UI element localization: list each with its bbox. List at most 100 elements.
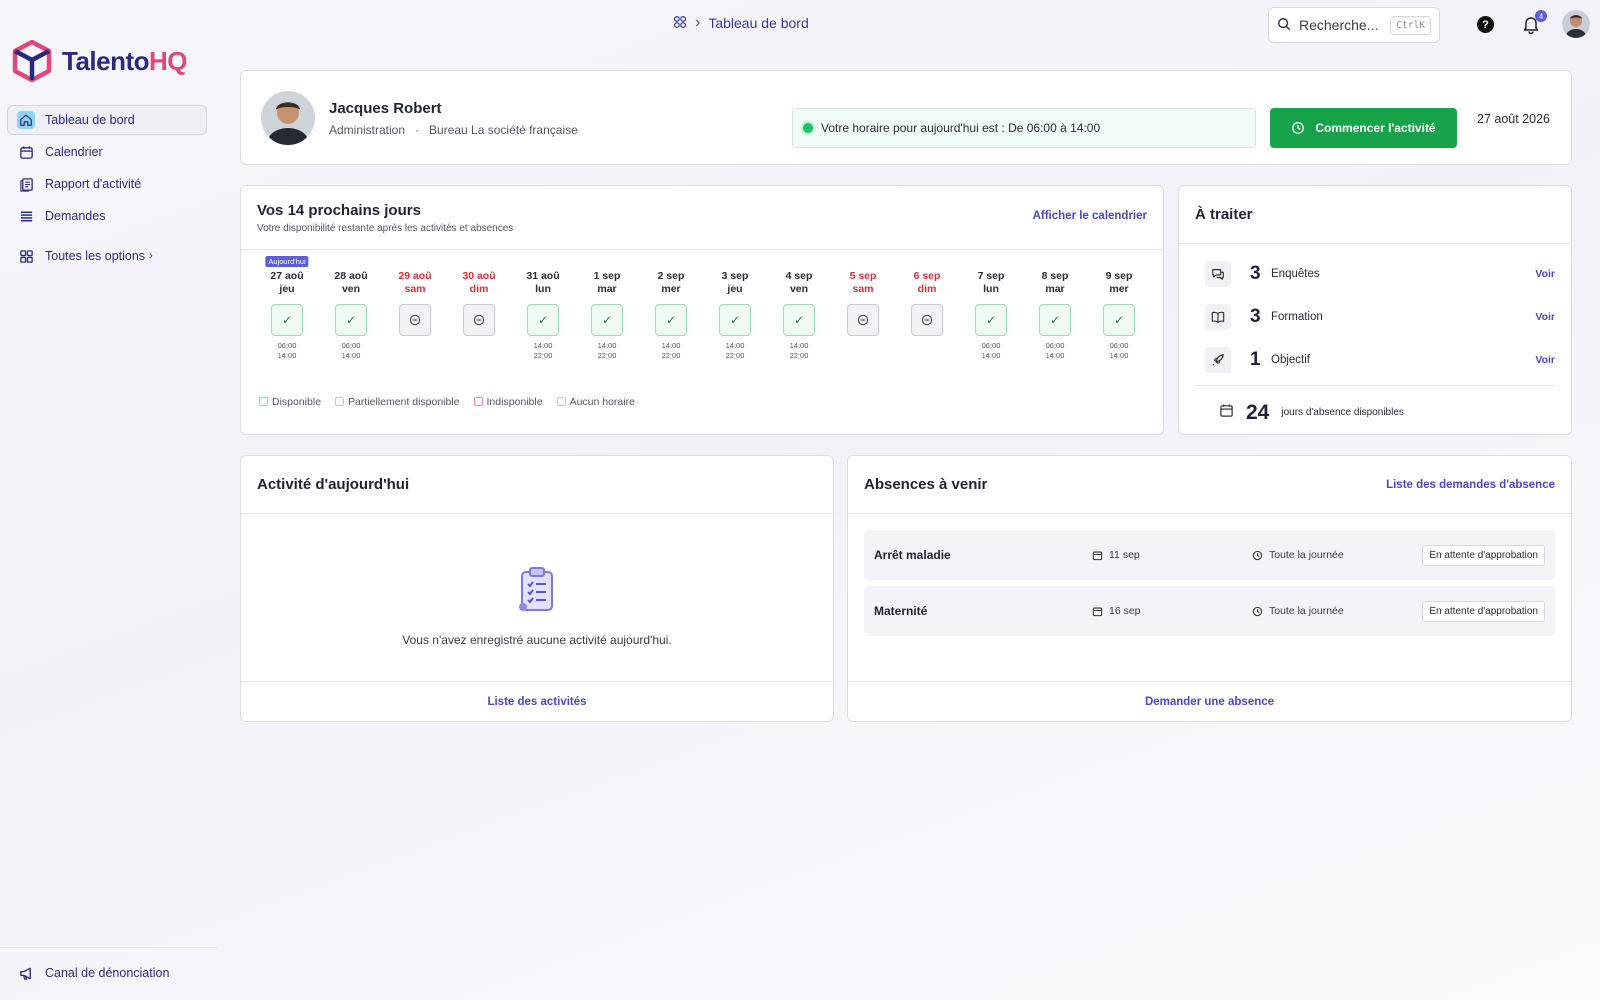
apps-grid-icon[interactable] [673, 15, 687, 32]
day-weekday: sam [852, 283, 874, 295]
day-column[interactable]: 4 sep ven ✓ 14:00 22:00 [767, 270, 831, 361]
day-column[interactable]: 1 sep mar ✓ 14:00 22:00 [575, 270, 639, 361]
absence-type: Arrêt maladie [874, 548, 951, 562]
absence-days-label: jours d'absence disponibles [1281, 407, 1404, 418]
show-calendar-link[interactable]: Afficher le calendrier [1033, 210, 1147, 222]
day-column[interactable]: 9 sep mer ✓ 06:00 14:00 [1087, 270, 1151, 361]
day-start-time: 14:00 [597, 341, 617, 350]
sidebar-item-label: Calendrier [45, 145, 103, 159]
no-schedule-icon [911, 304, 943, 336]
legend-swatch [335, 397, 345, 406]
absence-requests-link[interactable]: Liste des demandes d'absence [1386, 479, 1555, 491]
day-column[interactable]: 30 aoû dim [447, 270, 511, 361]
next-days-card: Vos 14 prochains jours Votre disponibili… [240, 185, 1164, 435]
day-end-time: 14:00 [277, 351, 297, 360]
status-badge: En attente d'approbation [1422, 600, 1545, 622]
avatar[interactable] [1562, 10, 1590, 38]
day-end-time: 22:00 [597, 351, 617, 360]
day-weekday: lun [983, 283, 999, 295]
available-check-icon: ✓ [1103, 304, 1135, 336]
day-column[interactable]: 8 sep mar ✓ 06:00 14:00 [1023, 270, 1087, 361]
day-weekday: jeu [279, 283, 295, 295]
sidebar-item-label: Demandes [45, 209, 106, 223]
activity-list-link[interactable]: Liste des activités [487, 696, 586, 708]
day-weekday: ven [789, 283, 809, 295]
avatar [261, 91, 315, 145]
calendar-icon [1219, 403, 1234, 423]
day-column[interactable]: 7 sep lun ✓ 06:00 14:00 [959, 270, 1023, 361]
card-footer: Liste des activités [241, 681, 833, 721]
day-column[interactable]: 2 sep mer ✓ 14:00 22:00 [639, 270, 703, 361]
day-column[interactable]: 5 sep sam [831, 270, 895, 361]
day-date: 4 sep [785, 270, 813, 282]
card-header: Vos 14 prochains jours Votre disponibili… [241, 186, 1163, 250]
sidebar-item-dashboard[interactable]: Tableau de bord [7, 105, 207, 135]
user-meta: Administration · Bureau La société franç… [329, 123, 578, 137]
calendar-icon [17, 143, 35, 161]
sidebar-item-activity-report[interactable]: Rapport d'activité [7, 169, 207, 199]
card-title: Activité d'aujourd'hui [257, 476, 410, 493]
card-title: Absences à venir [864, 476, 988, 493]
todo-label: Formation [1271, 310, 1323, 323]
logo[interactable]: TalentoHQ [12, 40, 188, 82]
clipboard-icon [515, 567, 559, 618]
sidebar-item-label: Canal de dénonciation [45, 966, 170, 980]
clock-icon [1292, 122, 1305, 134]
legend-item: Indisponible [473, 396, 543, 408]
absence-days-count: 24 [1246, 400, 1270, 424]
breadcrumb-current[interactable]: Tableau de bord [708, 15, 808, 31]
todo-list: 3 Enquêtes Voir 3 Formation Voir 1 Objec… [1179, 244, 1571, 381]
day-column[interactable]: 3 sep jeu ✓ 14:00 22:00 [703, 270, 767, 361]
status-dot-icon [803, 123, 813, 133]
day-date: 6 sep [913, 270, 941, 282]
legend-item: Disponible [259, 396, 321, 408]
search-icon [1277, 17, 1291, 34]
day-column[interactable]: 28 aoû ven ✓ 06:00 14:00 [319, 270, 383, 361]
no-schedule-icon [463, 304, 495, 336]
help-icon[interactable]: ? [1477, 16, 1494, 33]
absence-row[interactable]: Maternité 16 sep Toute la journée En att… [864, 586, 1555, 636]
start-activity-button[interactable]: Commencer l'activité [1270, 108, 1457, 148]
available-check-icon: ✓ [783, 304, 815, 336]
card-header: Absences à venir Liste des demandes d'ab… [848, 456, 1571, 514]
absence-duration-text: Toute la journée [1269, 605, 1344, 617]
day-date: 7 sep [977, 270, 1005, 282]
absence-row[interactable]: Arrêt maladie 11 sep Toute la journée En… [864, 530, 1555, 580]
day-date: 3 sep [721, 270, 749, 282]
day-column[interactable]: 29 aoû sam [383, 270, 447, 361]
availability-legend: Disponible Partiellement disponible Indisp… [259, 396, 635, 408]
available-check-icon: ✓ [591, 304, 623, 336]
sidebar-bottom: Canal de dénonciation [0, 947, 218, 1000]
report-icon [17, 175, 35, 193]
sidebar-item-requests[interactable]: Demandes [7, 201, 207, 231]
request-absence-link[interactable]: Demander une absence [1145, 696, 1274, 708]
available-check-icon: ✓ [719, 304, 751, 336]
available-check-icon: ✓ [655, 304, 687, 336]
absence-duration: Toute la journée [1252, 549, 1344, 561]
day-start-time: 14:00 [789, 341, 809, 350]
day-start-time: 06:00 [1109, 341, 1129, 350]
absence-date: 11 sep [1092, 549, 1252, 561]
view-objective-link[interactable]: Voir [1535, 354, 1555, 366]
day-column[interactable]: 6 sep dim [895, 270, 959, 361]
search-input[interactable]: Recherche... CtrlK [1268, 7, 1440, 43]
day-date: 2 sep [657, 270, 685, 282]
megaphone-icon [17, 964, 35, 982]
day-end-time: 22:00 [725, 351, 745, 360]
sidebar-item-all-options[interactable]: Toutes les options › [7, 241, 207, 271]
day-date: 28 aoû [334, 270, 368, 282]
todo-count: 3 [1250, 262, 1261, 284]
view-surveys-link[interactable]: Voir [1535, 268, 1555, 280]
sidebar-item-calendar[interactable]: Calendrier [7, 137, 207, 167]
day-end-time: 14:00 [1109, 351, 1129, 360]
legend-label: Indisponible [486, 396, 543, 408]
day-end-time: 22:00 [789, 351, 809, 360]
sidebar-item-whistleblowing[interactable]: Canal de dénonciation [16, 958, 202, 988]
logo-text: TalentoHQ [62, 45, 188, 76]
day-column[interactable]: Aujourd'hui 27 aoû jeu ✓ 06:00 14:00 [255, 256, 319, 361]
todo-label: Objectif [1271, 353, 1310, 366]
view-training-link[interactable]: Voir [1535, 311, 1555, 323]
day-row: Aujourd'hui 27 aoû jeu ✓ 06:00 14:00 28 aoû ven… [255, 256, 1151, 361]
day-start-time: 06:00 [981, 341, 1001, 350]
day-column[interactable]: 31 aoû lun ✓ 14:00 22:00 [511, 270, 575, 361]
